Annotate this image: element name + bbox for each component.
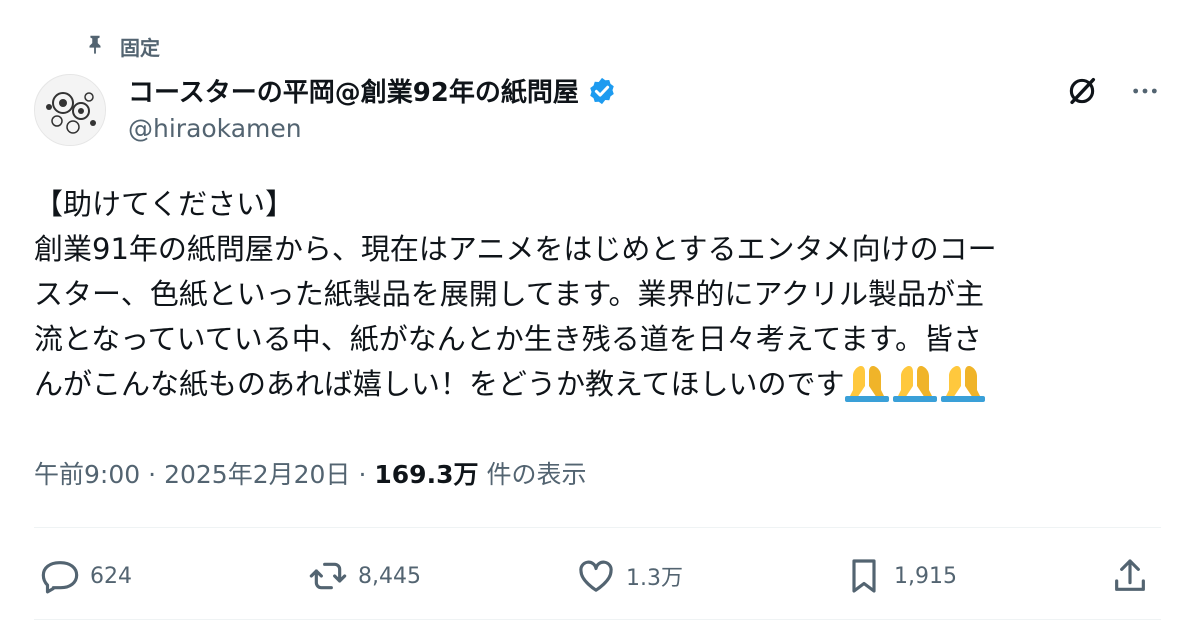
bookmark-icon xyxy=(844,556,884,596)
reply-icon xyxy=(40,556,80,596)
post-line: 【助けてください】 xyxy=(34,187,295,221)
bottom-divider xyxy=(34,619,1161,620)
divider xyxy=(34,527,1161,528)
post-line-last: んがこんな紙ものあれば嬉しい！をどうか教えてほしいのです xyxy=(34,362,1164,407)
share-button[interactable] xyxy=(1110,556,1150,596)
pin-icon xyxy=(84,33,106,60)
post-meta: 午前9:00 · 2025年2月20日 · 169.3万 件の表示 xyxy=(34,455,586,491)
share-icon xyxy=(1110,556,1150,596)
post-line: 流となっていている中、紙がなんとか生き残る道を日々考えてます。皆さ xyxy=(34,322,983,356)
author-handle[interactable]: @hiraokamen xyxy=(128,114,302,143)
pinned-label: 固定 xyxy=(120,36,160,60)
bookmark-count: 1,915 xyxy=(894,563,957,589)
like-count: 1.3万 xyxy=(626,566,683,591)
folded-hands-emoji xyxy=(844,366,989,402)
top-actions xyxy=(1065,74,1161,108)
pinned-indicator: 固定 xyxy=(84,32,160,61)
more-icon[interactable] xyxy=(1129,75,1161,107)
post-time[interactable]: 午前9:00 xyxy=(34,455,140,491)
reply-count: 624 xyxy=(90,563,132,589)
verified-badge-icon[interactable] xyxy=(587,76,617,106)
views-count[interactable]: 169.3万 xyxy=(374,455,478,491)
like-button[interactable]: 1.3万 xyxy=(576,556,683,596)
repost-icon xyxy=(308,556,348,596)
repost-count: 8,445 xyxy=(358,563,421,589)
post-line: スター、色紙といった紙製品を展開してます。業界的にアクリル製品が主 xyxy=(34,277,985,311)
views-label: 件の表示 xyxy=(486,460,587,489)
post-date[interactable]: 2025年2月20日 xyxy=(164,455,350,491)
author-display-name[interactable]: コースターの平岡@創業92年の紙問屋 xyxy=(128,72,579,109)
avatar[interactable] xyxy=(34,74,106,146)
author-name-row[interactable]: コースターの平岡@創業92年の紙問屋 xyxy=(128,72,617,109)
post-line: んがこんな紙ものあれば嬉しい！をどうか教えてほしいのです xyxy=(34,367,845,401)
action-bar: 624 8,445 1.3万 1,915 xyxy=(40,556,1160,600)
reply-button[interactable]: 624 xyxy=(40,556,132,596)
post-text: 【助けてください】 創業91年の紙問屋から、現在はアニメをはじめとするエンタメ向… xyxy=(34,182,1164,407)
grok-icon[interactable] xyxy=(1065,74,1099,108)
meta-separator: · xyxy=(148,460,157,489)
tweet-card[interactable]: 固定 コースターの平岡@創業92年の紙問屋 @hiraokamen 【助けてくだ… xyxy=(0,0,1195,623)
heart-icon xyxy=(576,556,616,596)
meta-separator: · xyxy=(358,460,367,489)
repost-button[interactable]: 8,445 xyxy=(308,556,421,596)
post-line: 創業91年の紙問屋から、現在はアニメをはじめとするエンタメ向けのコー xyxy=(34,232,997,266)
bookmark-button[interactable]: 1,915 xyxy=(844,556,957,596)
